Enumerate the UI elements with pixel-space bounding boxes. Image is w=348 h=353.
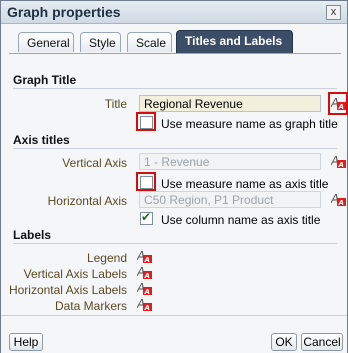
- use-column-name-axis-title-label: Use column name as axis title: [161, 213, 321, 227]
- section-divider: [13, 148, 337, 149]
- svg-text:A: A: [144, 304, 150, 312]
- legend-label: Legend: [86, 251, 127, 265]
- use-measure-name-axis-title-checkbox[interactable]: [140, 176, 153, 189]
- dialog-footer: Help OK Cancel: [1, 315, 347, 353]
- svg-text:A: A: [338, 103, 344, 111]
- vertical-axis-label: Vertical Axis: [62, 156, 127, 170]
- tab-general[interactable]: General: [18, 32, 74, 52]
- tab-scale[interactable]: Scale: [127, 32, 172, 52]
- graph-properties-dialog: Graph properties x General Style Scale T…: [0, 0, 348, 353]
- cancel-button[interactable]: Cancel: [301, 333, 343, 351]
- tab-titles-and-labels[interactable]: Titles and Labels: [176, 30, 293, 53]
- format-text-icon[interactable]: A A: [136, 248, 153, 264]
- section-axis-titles: Axis titles: [13, 133, 70, 147]
- section-divider: [13, 243, 337, 244]
- data-markers-label: Data Markers: [54, 299, 127, 313]
- use-measure-name-graph-title-label: Use measure name as graph title: [161, 117, 338, 131]
- use-measure-name-axis-title-label: Use measure name as axis title: [161, 177, 329, 191]
- format-text-icon[interactable]: A A: [330, 95, 347, 111]
- graph-title-input[interactable]: Regional Revenue: [139, 95, 321, 112]
- section-labels: Labels: [13, 228, 52, 242]
- tab-bar: General Style Scale Titles and Labels: [1, 24, 347, 58]
- format-text-icon[interactable]: A A: [330, 153, 347, 169]
- section-graph-title: Graph Title: [13, 73, 77, 87]
- dialog-titlebar: Graph properties x: [1, 1, 347, 24]
- horizontal-axis-labels-label: Horizontal Axis Labels: [8, 283, 127, 297]
- svg-text:A: A: [144, 256, 150, 264]
- format-text-icon[interactable]: A A: [136, 296, 153, 312]
- svg-text:A: A: [144, 272, 150, 280]
- tab-divider: [9, 53, 341, 54]
- title-label: Title: [104, 97, 127, 111]
- horizontal-axis-input[interactable]: C50 Region, P1 Product: [139, 191, 321, 208]
- tab-content: Graph Title Title Regional Revenue A A U…: [1, 61, 348, 314]
- format-text-icon[interactable]: A A: [136, 264, 153, 280]
- vertical-axis-input[interactable]: 1 - Revenue: [139, 153, 321, 170]
- ok-button[interactable]: OK: [271, 333, 297, 351]
- svg-text:A: A: [144, 288, 150, 296]
- format-text-icon[interactable]: A A: [136, 280, 153, 296]
- close-icon[interactable]: x: [326, 5, 341, 20]
- horizontal-axis-label: Horizontal Axis: [47, 194, 127, 208]
- tab-style[interactable]: Style: [80, 32, 121, 52]
- format-text-icon[interactable]: A A: [330, 191, 347, 207]
- svg-text:A: A: [338, 199, 344, 207]
- use-column-name-axis-title-checkbox[interactable]: [140, 210, 153, 225]
- help-button[interactable]: Help: [9, 333, 43, 351]
- section-divider: [13, 88, 337, 89]
- dialog-title: Graph properties: [7, 4, 121, 20]
- svg-text:A: A: [338, 161, 344, 169]
- vertical-axis-labels-label: Vertical Axis Labels: [23, 267, 127, 281]
- use-measure-name-graph-title-checkbox[interactable]: [140, 116, 153, 129]
